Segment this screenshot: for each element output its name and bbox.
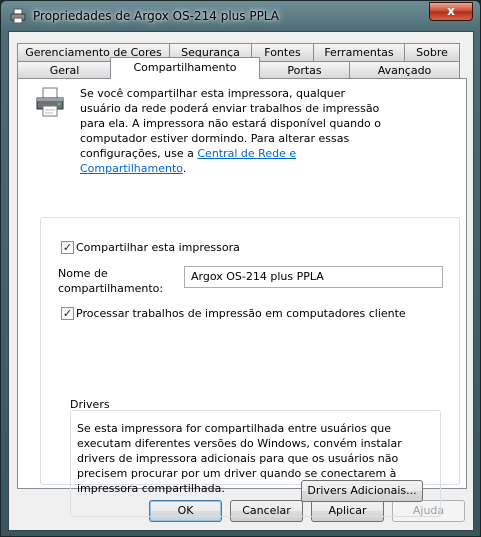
tab-compartilhamento[interactable]: Compartilhamento <box>110 57 260 79</box>
share-name-label: Nome de compartilhamento: <box>58 267 164 295</box>
tab-label: Ferramentas <box>324 46 394 59</box>
tab-label: Compartilhamento <box>133 61 237 74</box>
sharing-panel: Se você compartilhar esta impressora, qu… <box>17 78 467 517</box>
tab-avancado[interactable]: Avançado <box>349 61 460 79</box>
tab-label: Geral <box>49 64 80 77</box>
dialog-client-area: Gerenciamento de Cores Segurança Fontes … <box>8 31 474 531</box>
tab-fontes[interactable]: Fontes <box>251 43 314 61</box>
tab-label: Portas <box>287 64 322 77</box>
tab-geral[interactable]: Geral <box>17 61 112 79</box>
tab-label: Sobre <box>416 46 448 59</box>
tab-ferramentas[interactable]: Ferramentas <box>313 43 405 61</box>
close-button[interactable]: x <box>429 2 473 21</box>
intro-suffix: . <box>182 162 187 175</box>
tab-portas[interactable]: Portas <box>259 61 350 79</box>
title-bar[interactable]: Propriedades de Argox OS-214 plus PPLA x <box>1 1 480 31</box>
printer-icon <box>36 87 64 117</box>
tab-label: Avançado <box>377 64 432 77</box>
drivers-title: Drivers <box>70 398 110 411</box>
client-render-label[interactable]: Processar trabalhos de impressão em comp… <box>76 307 406 320</box>
printer-icon <box>10 8 26 24</box>
client-render-checkbox[interactable]: ✓ <box>61 307 74 320</box>
properties-window: Propriedades de Argox OS-214 plus PPLA x… <box>0 0 481 537</box>
share-printer-checkbox[interactable]: ✓ <box>61 241 74 254</box>
tab-sobre[interactable]: Sobre <box>404 43 460 61</box>
tab-label: Fontes <box>264 46 301 59</box>
window-title: Propriedades de Argox OS-214 plus PPLA <box>33 9 279 23</box>
share-printer-label[interactable]: Compartilhar esta impressora <box>76 241 240 254</box>
sharing-intro-text: Se você compartilhar esta impressora, qu… <box>80 86 385 176</box>
additional-drivers-button[interactable]: Drivers Adicionais... <box>301 480 423 502</box>
share-name-input[interactable]: Argox OS-214 plus PPLA <box>184 266 443 288</box>
